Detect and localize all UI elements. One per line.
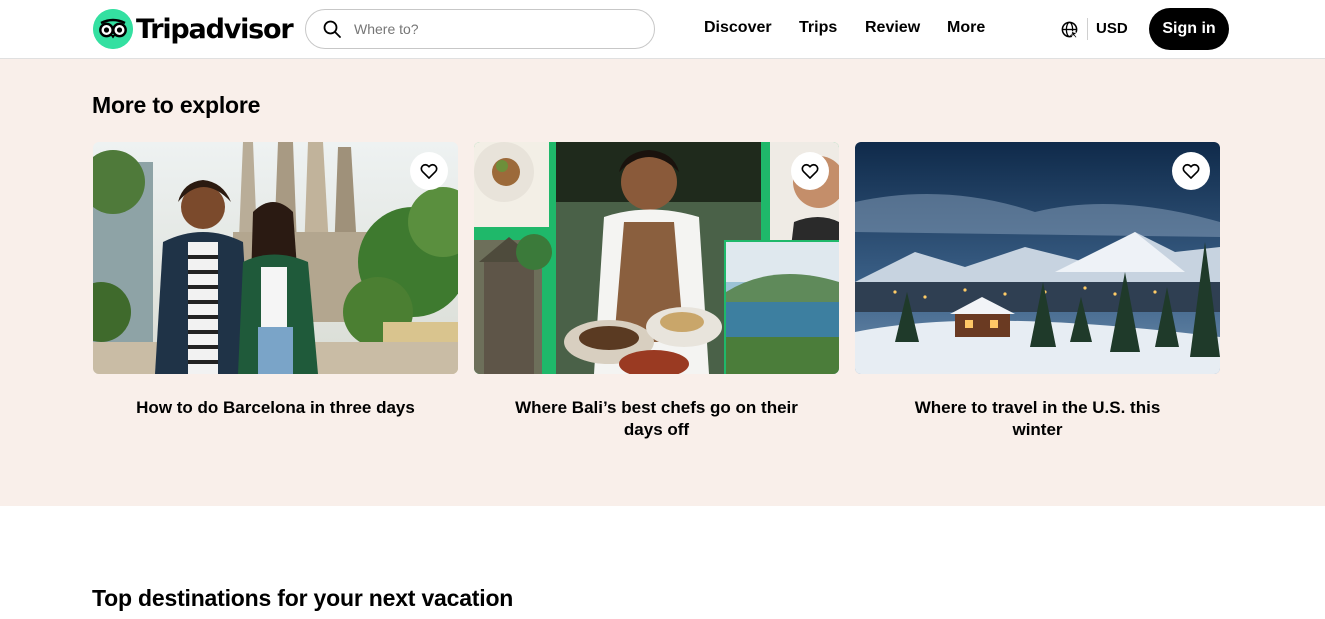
barcelona-photo: [93, 142, 458, 374]
bali-photo-collage: [474, 142, 839, 374]
winter-mountain-photo: [855, 142, 1220, 374]
nav-review[interactable]: Review: [865, 19, 920, 37]
heart-icon: [1182, 163, 1200, 179]
nav-trips[interactable]: Trips: [799, 19, 837, 37]
site-header: Tripadvisor Discover Trips Review More U…: [0, 0, 1325, 59]
card-image[interactable]: [93, 142, 458, 374]
heart-icon: [420, 163, 438, 179]
save-button[interactable]: [1172, 152, 1210, 190]
nav-discover[interactable]: Discover: [704, 19, 772, 37]
explore-card-barcelona[interactable]: How to do Barcelona in three days: [93, 142, 458, 419]
section-title: More to explore: [92, 92, 261, 118]
save-button[interactable]: [410, 152, 448, 190]
logo-wordmark: Tripadvisor: [136, 13, 294, 45]
top-destinations-title: Top destinations for your next vacation: [92, 585, 514, 611]
search-icon: [323, 20, 341, 38]
save-button[interactable]: [791, 152, 829, 190]
heart-icon: [801, 163, 819, 179]
explore-card-bali[interactable]: Where Bali’s best chefs go on their days…: [474, 142, 839, 441]
card-image[interactable]: [474, 142, 839, 374]
explore-card-us-winter[interactable]: Where to travel in the U.S. this winter: [855, 142, 1220, 441]
search-bar[interactable]: [305, 9, 655, 49]
card-title[interactable]: Where to travel in the U.S. this winter: [855, 397, 1220, 441]
globe-icon[interactable]: [1060, 20, 1079, 39]
nav-more[interactable]: More: [947, 19, 985, 37]
card-title[interactable]: Where Bali’s best chefs go on their days…: [474, 397, 839, 441]
search-input[interactable]: [352, 20, 632, 38]
owl-logo-icon: [93, 9, 133, 49]
sign-in-button[interactable]: Sign in: [1149, 8, 1229, 50]
tripadvisor-logo[interactable]: Tripadvisor: [93, 9, 294, 49]
card-image[interactable]: [855, 142, 1220, 374]
card-title[interactable]: How to do Barcelona in three days: [93, 397, 458, 419]
header-divider: [1087, 18, 1088, 40]
more-to-explore-section: More to explore How to do Barcelona in t…: [0, 59, 1325, 506]
currency-selector[interactable]: USD: [1096, 20, 1128, 37]
